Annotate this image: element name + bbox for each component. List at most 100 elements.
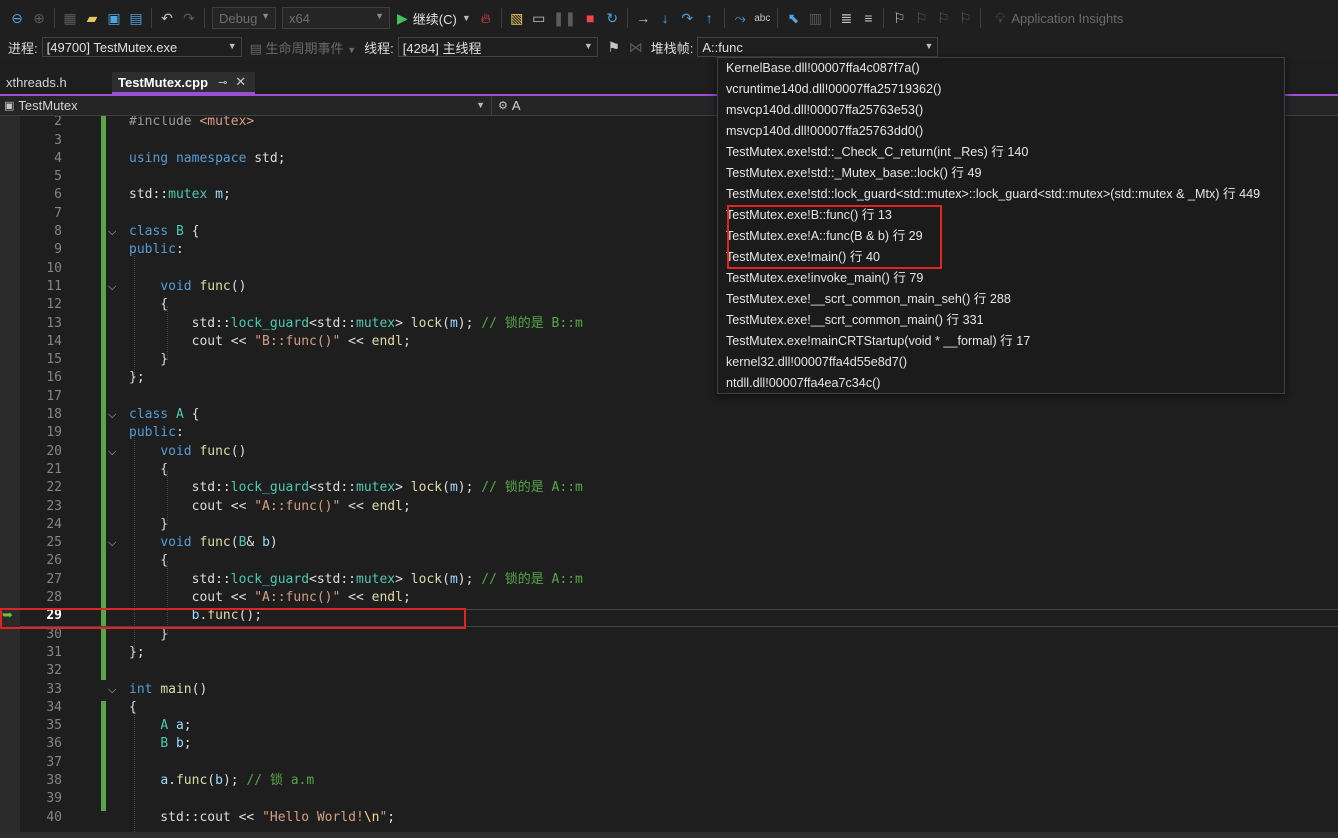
save-all-icon[interactable]: ▤ [128,7,144,29]
thread-dropdown[interactable]: [4284] 主线程 ▼ [397,37,598,57]
back-icon[interactable]: ⊖ [9,7,25,29]
select-icon[interactable]: ⬉ [785,7,801,29]
config-dropdown[interactable]: Debug ▼ [212,7,276,29]
code-text: }; [129,644,145,660]
application-insights-button[interactable]: 💡︎ Application Insights [989,7,1123,29]
open-folder-icon[interactable]: ▰ [84,7,100,29]
platform-dropdown[interactable]: x64 ▼ [282,7,390,29]
code-text: std::lock_guard<std::mutex> lock(m); // … [129,480,583,496]
fold-chevron-icon[interactable]: ⌵ [108,681,120,699]
line-number: 15 [46,352,62,368]
line-number: 32 [46,663,62,679]
debug-location-toolbar: 进程: [49700] TestMutex.exe ▼ ▤ 生命周期事件 ▼ 线… [0,36,1338,58]
filter-icon[interactable]: ⋈ [628,36,644,58]
code-line: 28 cout << "A::func()" << endl; [0,589,1338,607]
flag-icon[interactable]: ⚑ [606,36,622,58]
code-text: public: [129,425,184,441]
line-number: 11 [46,278,62,294]
stack-frame-item[interactable]: ntdll.dll!00007ffa4ea7c34c() [726,373,881,394]
member-dropdown[interactable]: ⚙ A [492,96,521,116]
pin-icon[interactable]: ⊸ [218,76,227,89]
config-value: Debug [219,10,258,26]
stop-icon[interactable]: ■ [582,7,598,29]
stack-frame-item[interactable]: TestMutex.exe!std::lock_guard<std::mutex… [726,184,1260,205]
attach-process-icon[interactable]: ▧ [509,7,525,29]
step-out-icon[interactable]: ↑ [701,7,717,29]
stack-frame-item[interactable]: TestMutex.exe!invoke_main() 行 79 [726,268,923,289]
horizontal-scrollbar[interactable] [0,832,1338,838]
save-icon[interactable]: ▣ [106,7,122,29]
line-number: 40 [46,809,62,825]
lifecycle-icon: ▤ [249,40,262,56]
toolbar-separator [883,8,885,28]
layout-icon[interactable]: ▭ [531,7,547,29]
code-line: 22 std::lock_guard<std::mutex> lock(m); … [0,479,1338,497]
code-line: 38 a.func(b); // 锁 a.m [0,772,1338,790]
clear-bookmarks-icon[interactable]: ⚐ [957,7,973,29]
indent-icon[interactable]: ≣ [838,7,854,29]
lifecycle-events-button[interactable]: ▤ 生命周期事件 ▼ [250,38,356,57]
chevron-down-icon: ▼ [583,41,593,51]
bookmark-icon[interactable]: ⚐ [891,7,907,29]
code-text: void func(B& b) [160,535,278,551]
forward-icon[interactable]: ⊕ [31,7,47,29]
line-number: 2 [54,116,62,129]
line-number: 36 [46,736,62,752]
redo-icon[interactable]: ↷ [181,7,197,29]
process-dropdown[interactable]: [49700] TestMutex.exe ▼ [41,37,242,57]
next-bookmark-icon[interactable]: ⚐ [935,7,951,29]
tab-label: TestMutex.cpp [118,74,209,90]
stack-frame-item[interactable]: TestMutex.exe!mainCRTStartup(void * __fo… [726,331,1030,352]
prev-bookmark-icon[interactable]: ⚐ [913,7,929,29]
insights-label: Application Insights [1011,10,1124,26]
fold-chevron-icon[interactable]: ⌵ [108,278,120,296]
stack-frame-item[interactable]: kernel32.dll!00007ffa4d55e8d7() [726,352,907,373]
scope-dropdown[interactable]: ▣ TestMutex ▼ [0,95,492,116]
tab-testmutex-cpp[interactable]: TestMutex.cpp ⊸ ✕ [112,72,255,94]
hot-path-icon[interactable]: ⤳ [732,7,748,29]
code-text: class A { [129,407,200,422]
stack-frame-item[interactable]: TestMutex.exe!__scrt_common_main() 行 331 [726,310,984,331]
stack-frame-item[interactable]: TestMutex.exe!__scrt_common_main_seh() 行… [726,289,1011,310]
hot-reload-icon[interactable]: 🔥︎ [478,7,494,29]
stack-frame-item[interactable]: msvcp140d.dll!00007ffa25763e53() [726,100,923,121]
fold-chevron-icon[interactable]: ⌵ [108,443,120,461]
comment-icon[interactable]: ≡ [860,7,876,29]
spell-check-icon[interactable]: abc [754,7,770,29]
code-text: { [129,297,169,313]
code-line: 25 ⌵ void func(B& b) [0,534,1338,552]
stackframe-dropdown[interactable]: A::func ▼ [697,37,939,57]
member-value: A [511,98,521,113]
process-value: [49700] TestMutex.exe [46,39,178,55]
close-icon[interactable]: ✕ [235,74,246,90]
stack-frame-item[interactable]: TestMutex.exe!std::_Mutex_base::lock() 行… [726,163,981,184]
stack-frame-item[interactable]: KernelBase.dll!00007ffa4c087f7a() [726,58,920,79]
code-text: cout << "B::func()" << endl; [129,333,411,349]
fold-chevron-icon[interactable]: ⌵ [108,406,120,424]
fold-chevron-icon[interactable]: ⌵ [108,534,120,552]
stack-frame-item[interactable]: msvcp140d.dll!00007ffa25763dd0() [726,121,923,142]
code-text: int main() [129,681,208,697]
step-into-icon[interactable]: ↓ [657,7,673,29]
stack-frame-item[interactable]: vcruntime140d.dll!00007ffa25719362() [726,79,941,100]
new-project-icon[interactable]: ▦ [62,7,78,29]
undo-icon[interactable]: ↶ [159,7,175,29]
stack-frame-item[interactable]: TestMutex.exe!std::_Check_C_return(int _… [726,142,1028,163]
code-line: 40 std::cout << "Hello World!\n"; [0,809,1338,827]
step-over-icon[interactable]: ↷ [679,7,695,29]
fold-chevron-icon[interactable]: ⌵ [108,223,120,241]
code-text: using namespace std; [129,150,286,166]
line-number: 17 [46,388,62,404]
format-icon[interactable]: ▥ [807,7,823,29]
tab-xthreads-h[interactable]: xthreads.h [0,72,112,94]
restart-icon[interactable]: ↻ [604,7,620,29]
chevron-down-icon: ▼ [261,11,270,21]
line-number: 25 [46,535,62,551]
code-text: A a; [160,718,192,734]
pause-icon[interactable]: ❚❚ [553,7,576,29]
code-text: } [129,516,169,532]
show-next-statement-icon[interactable]: → [635,7,651,29]
continue-button[interactable]: ▶ 继续(C) ▼ [397,9,471,28]
line-number: 33 [46,681,62,697]
code-text: { [129,699,137,715]
